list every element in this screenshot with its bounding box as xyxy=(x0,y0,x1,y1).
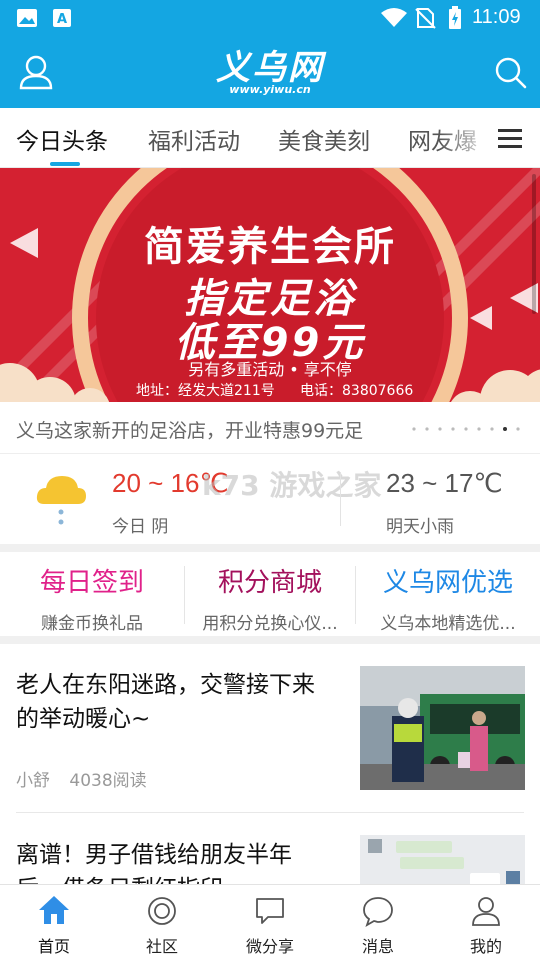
quick-link-title: 每日签到 xyxy=(39,568,144,598)
app-header: 义乌网 www.yiwu.cn xyxy=(0,36,540,108)
tab-today-headlines[interactable]: 今日头条 xyxy=(16,122,108,156)
news-title: 老人在东阳迷路，交警接下来的举动暖心~ xyxy=(16,672,315,732)
news-reads: 4038阅读 xyxy=(69,771,147,791)
quick-link-subtitle: 用积分兑换心仪... xyxy=(202,614,338,634)
nav-label: 微分享 xyxy=(245,937,294,956)
news-title: 离谱！男子借钱给朋友半年后，借条只剩红指印 xyxy=(16,842,292,884)
svg-text:A: A xyxy=(57,12,67,27)
banner-caption: 义乌这家新开的足浴店，开业特惠99元足 xyxy=(16,420,364,442)
gallery-icon xyxy=(17,9,37,27)
app-logo: 义乌网 www.yiwu.cn xyxy=(205,50,335,98)
quick-link-title: 积分商城 xyxy=(217,568,322,598)
tomorrow-temp-range: 23 ~ 17℃ xyxy=(386,468,503,498)
banner-shop-name: 简爱养生会所 xyxy=(144,224,396,270)
bottom-navigation: 首页 社区 微分享 消息 我的 xyxy=(0,884,540,960)
logo-text: 义乌网 xyxy=(216,48,324,88)
news-thumbnail xyxy=(360,666,525,790)
news-author: 小舒 xyxy=(16,771,50,791)
quick-link-points-mall[interactable]: 积分商城 用积分兑换心仪... xyxy=(185,552,355,636)
nav-label: 消息 xyxy=(361,937,394,956)
banner-phone: 电话：83807666 xyxy=(300,383,414,399)
news-item[interactable]: 离谱！男子借钱给朋友半年后，借条只剩红指印 xyxy=(0,813,540,884)
tab-welfare[interactable]: 福利活动 xyxy=(148,122,240,156)
share-icon xyxy=(256,898,284,924)
tab-food[interactable]: 美食美刻 xyxy=(278,122,370,156)
news-thumbnail xyxy=(360,835,525,884)
weather-divider xyxy=(340,472,341,526)
community-icon xyxy=(148,897,176,925)
category-tabs: 今日头条 福利活动 美食美刻 网友爆 xyxy=(0,108,540,168)
nav-community[interactable]: 社区 xyxy=(108,885,216,961)
quick-link-subtitle: 义乌本地精选优... xyxy=(380,614,516,634)
news-meta: 小舒 4038阅读 xyxy=(16,766,147,791)
nav-label: 社区 xyxy=(145,937,178,956)
quick-link-checkin[interactable]: 每日签到 赚金币换礼品 xyxy=(0,552,184,636)
promo-banner[interactable]: 简爱养生会所 指定足浴 低至99元 另有多重活动 • 享不停 地址：经发大道21… xyxy=(0,168,540,402)
tomorrow-weather-label: 明天小雨 xyxy=(386,517,454,537)
carousel-dots[interactable] xyxy=(410,424,522,434)
watermark: k73 游戏之家 xyxy=(202,469,382,502)
cloudy-rain-icon xyxy=(36,476,86,525)
message-icon xyxy=(363,897,393,927)
battery-charging-icon xyxy=(449,6,461,29)
home-icon xyxy=(39,896,69,924)
wifi-icon xyxy=(381,8,407,27)
text-app-icon: A xyxy=(53,9,71,27)
user-profile-icon[interactable] xyxy=(18,54,54,90)
scrollbar[interactable] xyxy=(532,174,536,314)
status-bar: A 11:09 xyxy=(0,0,540,36)
quick-link-selection[interactable]: 义乌网优选 义乌本地精选优... xyxy=(356,552,540,636)
weather-widget[interactable]: 20 ~ 16℃ 今日 阴 k73 游戏之家 23 ~ 17℃ 明天小雨 xyxy=(0,454,540,544)
banner-caption-bar[interactable]: 义乌这家新开的足浴店，开业特惠99元足 xyxy=(0,402,540,454)
banner-promo: 另有多重活动 • 享不停 xyxy=(188,360,352,379)
menu-icon[interactable] xyxy=(498,128,522,148)
quick-links: 每日签到 赚金币换礼品 积分商城 用积分兑换心仪... 义乌网优选 义乌本地精选… xyxy=(0,552,540,636)
section-separator xyxy=(0,636,540,644)
profile-icon xyxy=(472,897,500,926)
nav-label: 我的 xyxy=(469,937,502,956)
active-tab-indicator xyxy=(50,162,80,166)
nav-micro-share[interactable]: 微分享 xyxy=(216,885,324,961)
quick-link-subtitle: 赚金币换礼品 xyxy=(41,614,143,634)
search-icon[interactable] xyxy=(494,56,528,90)
tab-fade xyxy=(440,108,540,167)
nav-messages[interactable]: 消息 xyxy=(324,885,432,961)
today-weather-label: 今日 阴 xyxy=(112,517,169,537)
nav-label: 首页 xyxy=(37,937,70,956)
section-separator xyxy=(0,544,540,552)
nav-mine[interactable]: 我的 xyxy=(432,885,540,961)
news-item[interactable]: 老人在东阳迷路，交警接下来的举动暖心~ 小舒 4038阅读 xyxy=(0,644,540,812)
banner-address: 地址：经发大道211号 xyxy=(136,383,275,399)
no-sim-icon xyxy=(415,8,436,29)
nav-home[interactable]: 首页 xyxy=(0,885,108,961)
status-time: 11:09 xyxy=(472,6,521,28)
quick-link-title: 义乌网优选 xyxy=(382,568,513,598)
